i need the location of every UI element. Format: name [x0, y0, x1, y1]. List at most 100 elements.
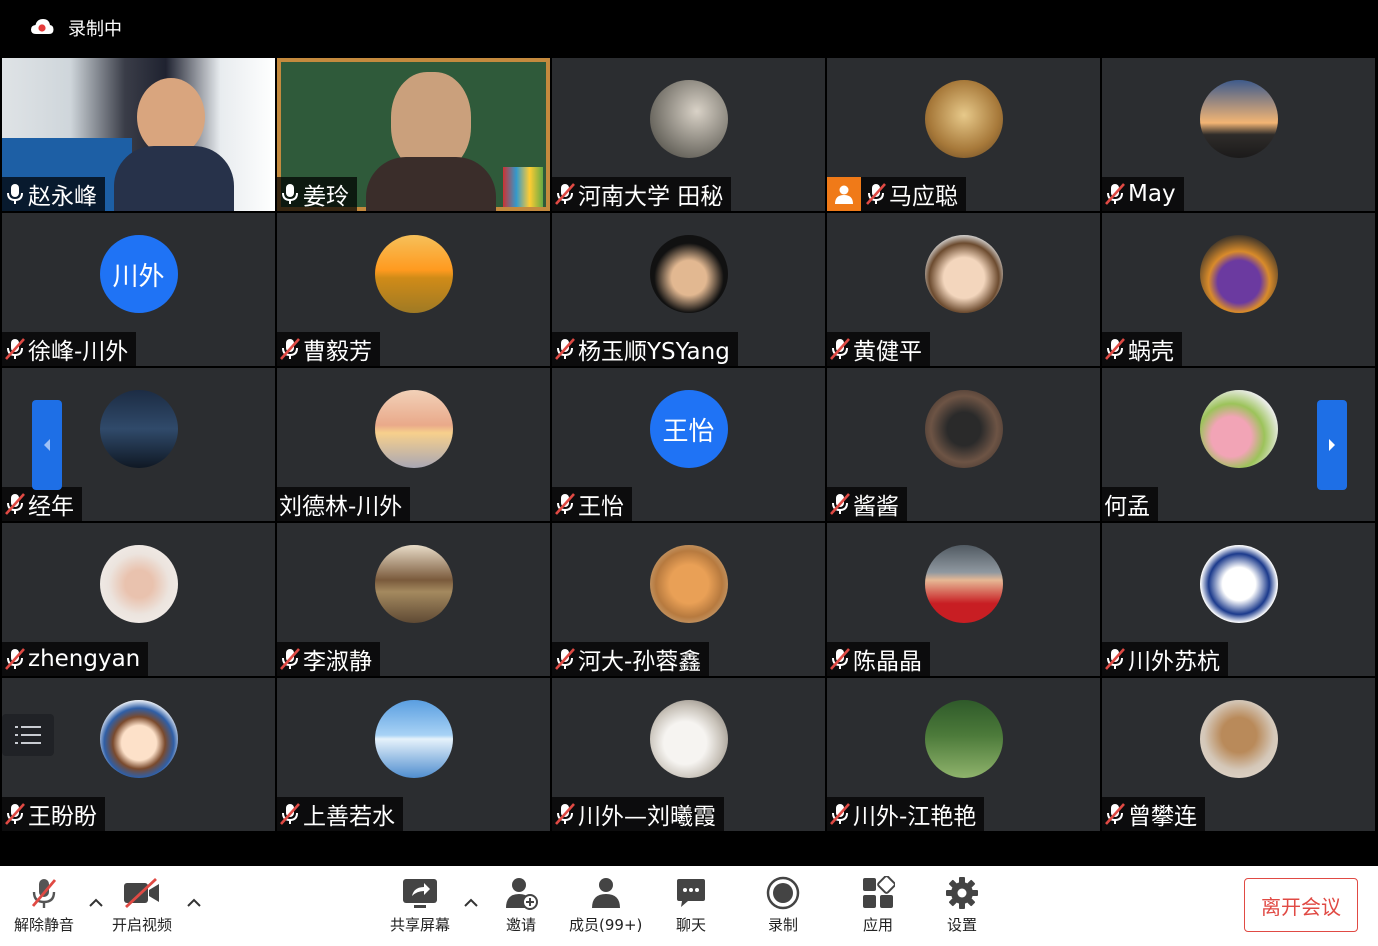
participant-tile[interactable]: 黄健平 [827, 213, 1100, 366]
participant-name-label: 曾攀连 [1102, 797, 1205, 831]
participant-avatar [924, 235, 1003, 313]
participant-tile[interactable]: 川外—刘曦霞 [552, 678, 825, 831]
participant-name: 何孟 [1104, 494, 1150, 520]
apps-button[interactable]: 应用 [861, 876, 895, 935]
start-video-button[interactable]: 开启视频 [112, 876, 172, 935]
participant-name: 刘德林-川外 [279, 494, 403, 520]
participant-name: 酱酱 [853, 494, 899, 520]
participant-tile[interactable]: 杨玉顺YSYang [552, 213, 825, 366]
muted-mic-icon [5, 338, 25, 360]
participant-name-label: 马应聪 [827, 177, 966, 211]
muted-mic-icon [555, 338, 575, 360]
video-off-icon [124, 877, 159, 909]
participant-tile[interactable]: 姜玲 [277, 58, 550, 211]
muted-mic-icon [1105, 648, 1125, 670]
participant-avatar [374, 235, 453, 313]
chat-button[interactable]: 聊天 [674, 876, 708, 935]
participant-tile[interactable]: 蜗壳 [1102, 213, 1375, 366]
participant-name-label: 曹毅芳 [277, 332, 380, 366]
participant-name: 赵永峰 [28, 184, 97, 210]
muted-mic-icon [866, 183, 886, 205]
participant-tile[interactable]: 川外苏杭 [1102, 523, 1375, 676]
participant-name: 经年 [28, 494, 74, 520]
muted-mic-icon [830, 803, 850, 825]
participant-tile[interactable]: 赵永峰 [2, 58, 275, 211]
participant-name-label: 陈晶晶 [827, 642, 930, 676]
participant-avatar [99, 390, 178, 468]
cloud-recording-icon [31, 19, 54, 34]
participant-name: 蜗壳 [1128, 339, 1174, 365]
share-screen-button[interactable]: 共享屏幕 [390, 876, 450, 935]
apps-grid-icon [863, 876, 895, 908]
share-options-caret-icon[interactable] [463, 896, 479, 908]
participant-name: 姜玲 [303, 184, 349, 210]
participant-name: 王盼盼 [28, 804, 97, 830]
participant-avatar [374, 390, 453, 468]
participant-tile[interactable]: 曹毅芳 [277, 213, 550, 366]
participant-name: 川外—刘曦霞 [578, 804, 716, 830]
user-icon [835, 185, 853, 204]
muted-mic-icon [5, 493, 25, 515]
settings-button[interactable]: 设置 [945, 876, 979, 935]
participant-name-label: 刘德林-川外 [277, 487, 411, 521]
participant-tile[interactable]: 酱酱 [827, 368, 1100, 521]
participant-name: 曹毅芳 [303, 339, 372, 365]
layout-list-button[interactable] [2, 714, 54, 756]
participant-tile[interactable]: 陈晶晶 [827, 523, 1100, 676]
audio-options-caret-icon[interactable] [88, 896, 104, 908]
participant-tile[interactable]: May [1102, 58, 1375, 211]
participant-name-label: 河大-孙蓉鑫 [552, 642, 710, 676]
participant-avatar: 川外 [99, 235, 178, 313]
top-bar: 录制中 [0, 0, 1378, 58]
muted-mic-icon [5, 648, 25, 670]
participant-tile[interactable]: 曾攀连 [1102, 678, 1375, 831]
participant-name-label: 川外-江艳艳 [827, 797, 985, 831]
recording-status: 录制中 [68, 19, 122, 40]
participant-tile[interactable]: 河南大学 田秘 [552, 58, 825, 211]
participant-tile[interactable]: 刘德林-川外 [277, 368, 550, 521]
participant-name: 王怡 [578, 494, 624, 520]
participant-tile[interactable]: 河大-孙蓉鑫 [552, 523, 825, 676]
muted-mic-icon [280, 803, 300, 825]
participant-avatar [649, 700, 728, 778]
participant-name-label: 上善若水 [277, 797, 403, 831]
meeting-toolbar: 解除静音 开启视频 共享屏幕 邀请 成员(99+) 聊天 录制 应用 设置 离开… [0, 866, 1378, 946]
leave-meeting-button[interactable]: 离开会议 [1244, 878, 1358, 932]
prev-page-button[interactable] [32, 400, 62, 490]
muted-mic-icon [280, 338, 300, 360]
participant-avatar [649, 235, 728, 313]
participant-name-label: May [1102, 177, 1184, 211]
participant-tile[interactable]: 李淑静 [277, 523, 550, 676]
participant-name-label: 酱酱 [827, 487, 907, 521]
participant-name: 曾攀连 [1128, 804, 1197, 830]
participant-tile[interactable]: 王怡 王怡 [552, 368, 825, 521]
participant-avatar [924, 545, 1003, 623]
participant-avatar [924, 700, 1003, 778]
next-page-button[interactable] [1317, 400, 1347, 490]
participant-tile[interactable]: 马应聪 [827, 58, 1100, 211]
muted-mic-icon [830, 648, 850, 670]
participant-avatar: 王怡 [649, 390, 728, 468]
muted-mic-icon [1105, 803, 1125, 825]
participant-avatar [99, 545, 178, 623]
participant-avatar [924, 80, 1003, 158]
members-button[interactable]: 成员(99+) [569, 876, 642, 935]
invite-button[interactable]: 邀请 [504, 876, 538, 935]
participant-tile[interactable]: 川外 徐峰-川外 [2, 213, 275, 366]
participant-name-label: 川外—刘曦霞 [552, 797, 724, 831]
muted-mic-icon [555, 648, 575, 670]
participant-tile[interactable]: zhengyan [2, 523, 275, 676]
participant-name: 上善若水 [303, 804, 395, 830]
participant-name: 河南大学 田秘 [578, 184, 724, 210]
participant-name: 黄健平 [853, 339, 922, 365]
unmute-button[interactable]: 解除静音 [14, 876, 74, 935]
participant-name-label: 王盼盼 [2, 797, 105, 831]
participant-tile[interactable]: 川外-江艳艳 [827, 678, 1100, 831]
muted-mic-icon [555, 803, 575, 825]
list-icon [15, 726, 41, 744]
video-options-caret-icon[interactable] [186, 896, 202, 908]
gear-icon [946, 877, 978, 909]
record-button[interactable]: 录制 [766, 876, 800, 935]
participant-tile[interactable]: 上善若水 [277, 678, 550, 831]
participant-name: 川外-江艳艳 [853, 804, 977, 830]
